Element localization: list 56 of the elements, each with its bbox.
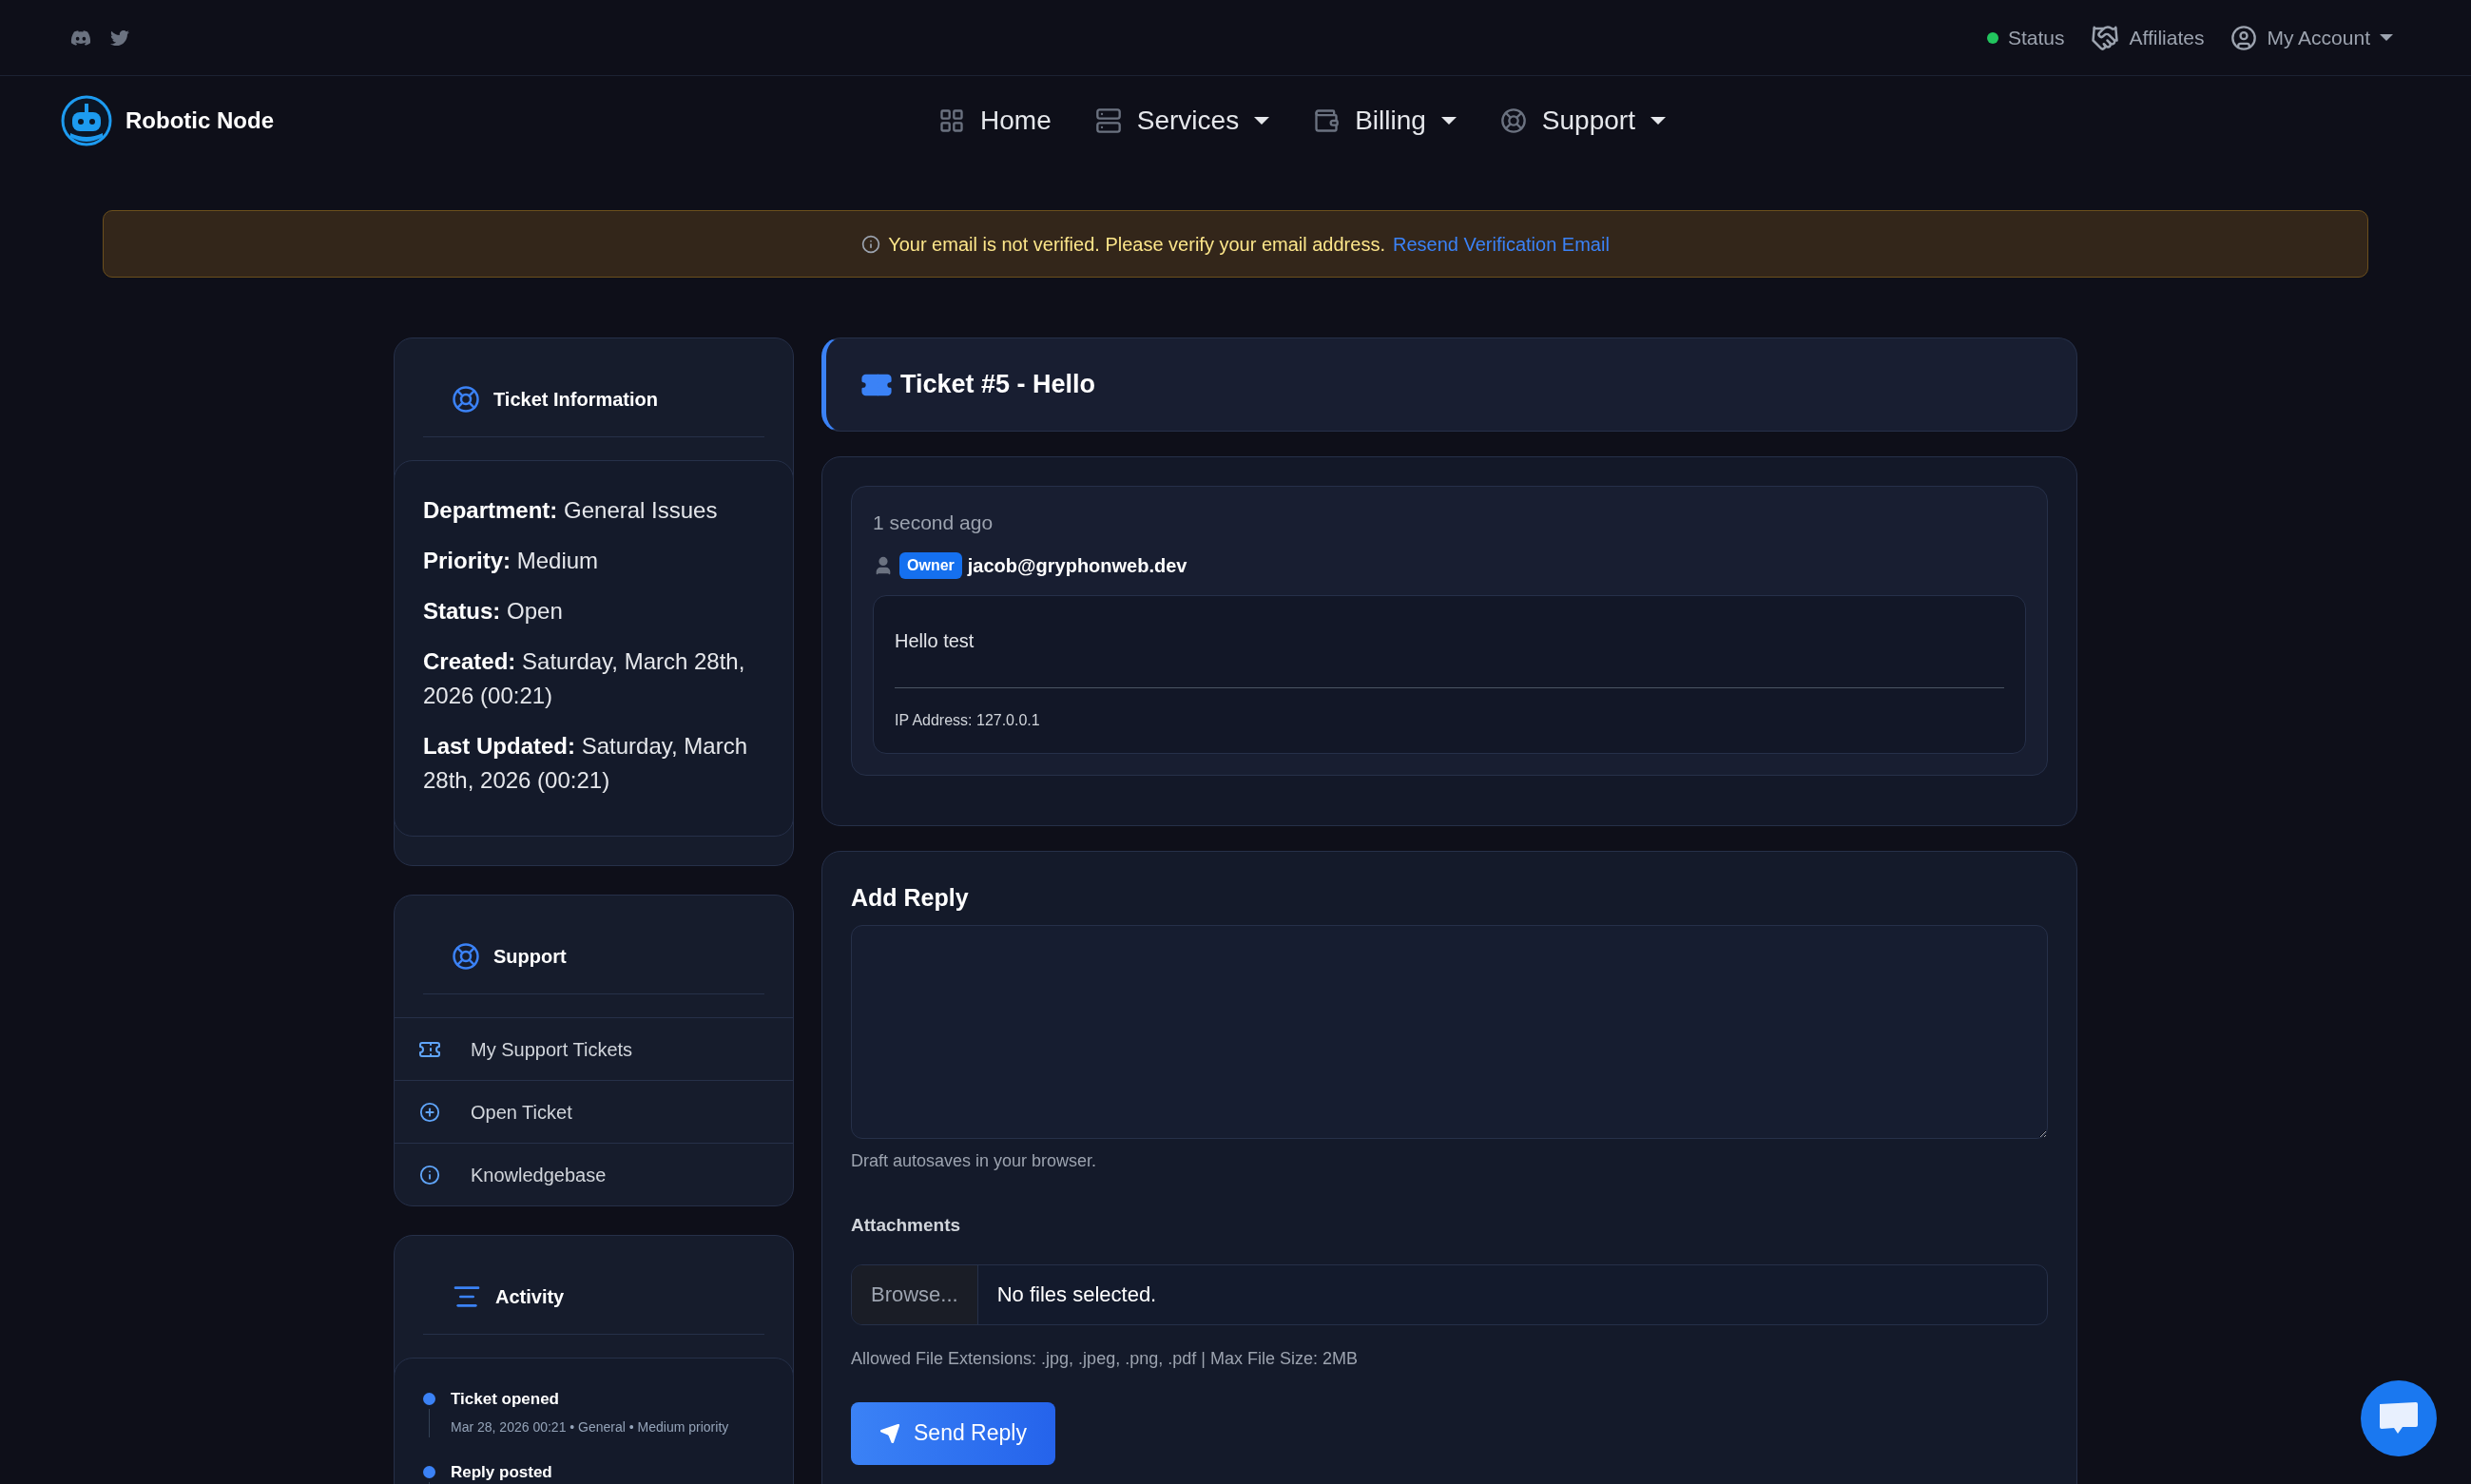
alert-text: Your email is not verified. Please verify your email address. — [888, 232, 1385, 257]
info-icon — [861, 234, 881, 254]
info-field: Priority: Medium — [423, 544, 764, 578]
grid-icon — [938, 107, 966, 134]
autosave-hint: Draft autosaves in your browser. — [851, 1150, 1098, 1172]
resend-link[interactable]: Resend Verification Email — [1392, 229, 1610, 259]
support-menu-item[interactable]: Open Ticket — [395, 1080, 793, 1143]
caret-icon — [1650, 117, 1666, 125]
caret-icon — [1254, 117, 1270, 125]
robot-logo-icon — [61, 95, 112, 146]
support-menu-item[interactable]: My Support Tickets — [395, 1017, 793, 1080]
send-icon — [879, 1422, 900, 1444]
top-link[interactable]: My Account — [2230, 22, 2393, 53]
caret-icon — [1440, 117, 1457, 125]
message-author: jacob@gryphonweb.dev — [967, 553, 1187, 578]
nav-link[interactable]: Home — [938, 101, 1052, 141]
nav-link[interactable]: Billing — [1313, 101, 1457, 141]
plus-circle-icon — [419, 1101, 440, 1123]
ticket-title: Ticket #5 - Hello — [900, 369, 1096, 401]
send-reply-button[interactable]: Send Reply — [851, 1401, 1055, 1465]
nav-link[interactable]: Support — [1499, 101, 1666, 141]
lifebuoy-icon — [452, 941, 480, 971]
card-title: Ticket Information — [493, 387, 658, 412]
handshake-icon — [2091, 23, 2120, 52]
info-field: Department: General Issues — [423, 493, 764, 528]
info-field: Last Updated: Saturday, March 28th, 2026 (00:21) — [423, 729, 764, 798]
lifebuoy-icon — [452, 384, 480, 414]
wallet-icon — [1313, 107, 1341, 134]
user-icon — [2230, 24, 2258, 51]
file-status: No files selected. — [996, 1282, 1157, 1308]
support-menu-item[interactable]: Knowledgebase — [395, 1143, 793, 1205]
nav-link[interactable]: Services — [1094, 101, 1270, 141]
message-time: 1 second ago — [873, 511, 994, 535]
file-note: Allowed File Extensions: .jpg, .jpeg, .png, .pdf | Max File Size: 2MB — [851, 1347, 1359, 1370]
reply-title: Add Reply — [851, 882, 970, 913]
event-title: Ticket opened — [451, 1389, 560, 1410]
info-icon — [419, 1164, 440, 1185]
server-icon — [1094, 107, 1122, 134]
message-body: Hello test — [895, 628, 975, 653]
ip-address: IP Address: 127.0.0.1 — [895, 710, 1041, 730]
twitter-icon[interactable] — [110, 28, 129, 48]
attachments-label: Attachments — [851, 1214, 962, 1237]
card-title: Activity — [495, 1284, 565, 1309]
top-link[interactable]: Affiliates — [2091, 22, 2205, 53]
card-title: Support — [493, 944, 567, 969]
role-badge: Owner — [899, 551, 962, 579]
info-field: Status: Open — [423, 594, 764, 628]
lifebuoy-icon — [1499, 107, 1527, 134]
brand-name[interactable]: Robotic Node — [125, 104, 274, 138]
caret-icon — [2380, 34, 2393, 41]
event-detail: Mar 28, 2026 00:21 • General • Medium priority — [451, 1417, 729, 1436]
event-title: Reply posted — [451, 1461, 552, 1483]
info-field: Created: Saturday, March 28th, 2026 (00:21) — [423, 645, 764, 713]
file-input[interactable]: Browse... No files selected. — [851, 1263, 2048, 1325]
browse-button[interactable]: Browse... — [852, 1264, 978, 1324]
top-link[interactable]: Status — [1986, 22, 2065, 53]
